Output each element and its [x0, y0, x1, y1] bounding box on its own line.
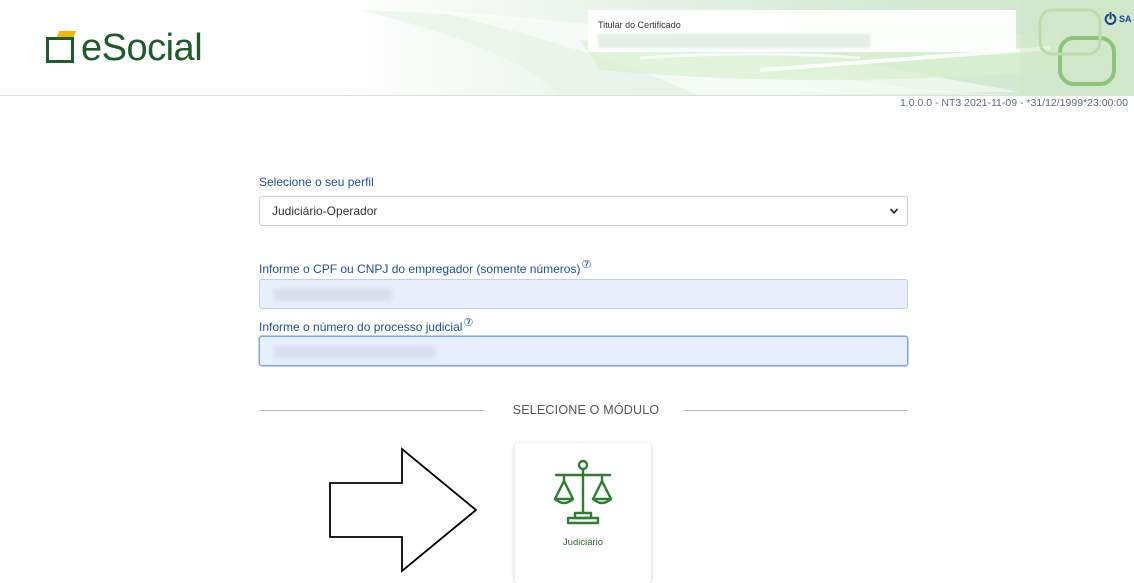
cpf-cnpj-input[interactable]: [259, 279, 908, 309]
chevron-down-icon: [889, 208, 899, 215]
cpf-cnpj-label-text: Informe o CPF ou CNPJ do empregador (som…: [259, 262, 581, 276]
logo-text: eSocial: [81, 27, 203, 69]
module-section-divider: SELECIONE O MÓDULO: [259, 403, 908, 417]
profile-label: Selecione o seu perfil: [259, 175, 374, 189]
profile-select-value: Judiciário-Operador: [272, 204, 378, 218]
esocial-logo-icon: [44, 31, 78, 65]
scale-icon: [553, 459, 613, 525]
module-label-judiciario: Judiciário: [562, 537, 604, 548]
top-banner: eSocial Titular do Certificado SA: [0, 0, 1134, 96]
process-number-input[interactable]: [259, 336, 908, 366]
process-number-label: Informe o número do processo judicial⑦: [259, 316, 473, 334]
redacted-value: [274, 346, 436, 358]
logout-button[interactable]: SA: [1104, 12, 1132, 25]
pointer-arrow-annotation: [329, 447, 478, 573]
module-section-heading: SELECIONE O MÓDULO: [512, 403, 660, 417]
certificate-holder-label: Titular do Certificado: [598, 20, 681, 30]
cpf-cnpj-label: Informe o CPF ou CNPJ do empregador (som…: [259, 258, 591, 276]
certificate-holder-panel: Titular do Certificado: [588, 10, 1016, 52]
module-card-judiciario[interactable]: Judiciário: [515, 443, 651, 583]
process-number-label-text: Informe o número do processo judicial: [259, 320, 463, 334]
divider-line-right: [683, 410, 908, 411]
logout-label: SA: [1119, 13, 1132, 24]
divider-line-left: [259, 410, 485, 411]
esocial-logo[interactable]: eSocial: [44, 27, 203, 69]
help-icon[interactable]: ⑦: [581, 259, 591, 271]
help-icon[interactable]: ⑦: [463, 317, 473, 329]
version-info: 1.0.0.0 - NT3 2021-11-09 - *31/12/1999*2…: [899, 97, 1128, 109]
power-icon: [1104, 12, 1117, 25]
profile-select[interactable]: Judiciário-Operador: [259, 196, 908, 226]
certificate-holder-value: [598, 34, 870, 48]
redacted-value: [274, 289, 392, 301]
